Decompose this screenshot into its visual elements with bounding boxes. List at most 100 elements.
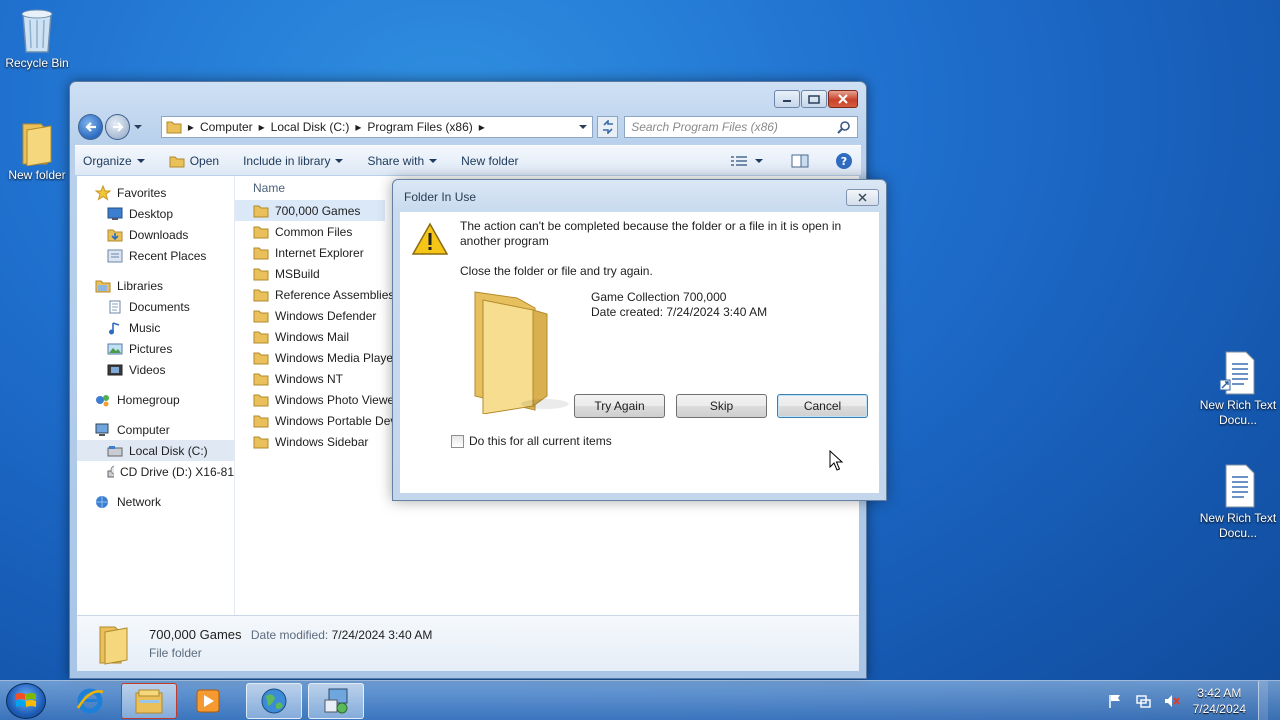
nav-label: Music <box>129 320 161 335</box>
open-folder-icon <box>169 156 185 167</box>
desktop-icon-recycle-bin[interactable]: Recycle Bin <box>0 6 77 71</box>
details-modified-value: 7/24/2024 3:40 AM <box>331 628 433 642</box>
share-with-button[interactable]: Share with <box>367 153 438 168</box>
apply-to-all-checkbox-row[interactable]: Do this for all current items <box>451 434 612 448</box>
taskbar-globe-app[interactable] <box>246 683 302 719</box>
nav-item-libraries[interactable]: Libraries <box>77 275 234 296</box>
desktop-icon-new-folder[interactable]: New folder <box>0 120 77 183</box>
recent-places-icon <box>107 249 123 262</box>
chevron-down-icon <box>755 158 763 163</box>
taskbar-windows-explorer[interactable] <box>121 683 177 719</box>
action-center-flag-icon[interactable] <box>1107 693 1123 709</box>
nav-item-homegroup[interactable]: Homegroup <box>77 389 234 410</box>
file-name: Internet Explorer <box>275 245 364 260</box>
apply-to-all-checkbox[interactable] <box>451 434 464 448</box>
refresh-button[interactable] <box>596 116 619 138</box>
skip-button[interactable]: Skip <box>676 394 767 418</box>
close-button[interactable] <box>828 90 858 108</box>
change-view-button[interactable] <box>731 155 763 167</box>
new-folder-button[interactable]: New folder <box>461 154 518 168</box>
window-controls <box>774 90 858 108</box>
preview-pane-icon[interactable] <box>791 154 809 168</box>
share-label: Share with <box>367 153 425 168</box>
close-icon <box>858 193 867 202</box>
desktop-icon-rtf-2[interactable]: New Rich Text Docu... <box>1198 463 1278 541</box>
breadcrumb-program-files[interactable]: Program Files (x86) <box>367 120 472 134</box>
try-again-button[interactable]: Try Again <box>574 394 665 418</box>
homegroup-icon <box>96 394 109 406</box>
forward-button[interactable] <box>105 114 131 140</box>
organize-button[interactable]: Organize <box>83 154 145 168</box>
breadcrumb-local-disk[interactable]: Local Disk (C:) <box>271 120 350 134</box>
file-name: Windows Mail <box>275 329 350 344</box>
nav-item-favorites[interactable]: Favorites <box>77 182 234 203</box>
breadcrumb-separator-icon[interactable]: ▸ <box>355 120 361 134</box>
breadcrumb-separator-icon[interactable]: ▸ <box>479 120 485 134</box>
file-name: 700,000 Games <box>275 203 361 218</box>
taskbar-media-player[interactable] <box>180 683 236 719</box>
nav-label: Network <box>117 494 162 509</box>
rtf-document-icon <box>1225 464 1255 508</box>
nav-item-videos[interactable]: Videos <box>77 359 234 380</box>
clock[interactable]: 3:42 AM 7/24/2024 <box>1193 685 1246 717</box>
search-placeholder: Search Program Files (x86) <box>631 120 778 134</box>
show-desktop-button[interactable] <box>1258 681 1268 720</box>
setup-computer-icon <box>324 688 348 714</box>
help-icon[interactable]: ? <box>835 152 853 170</box>
nav-item-cd-drive[interactable]: CD Drive (D:) X16-81 <box>77 461 234 482</box>
nav-item-recent-places[interactable]: Recent Places <box>77 245 234 266</box>
desktop-icon-label: New Rich Text Docu... <box>1199 398 1277 427</box>
maximize-button[interactable] <box>801 90 827 108</box>
folder-icon <box>253 352 269 364</box>
include-label: Include in library <box>243 153 331 168</box>
minimize-button[interactable] <box>774 90 800 108</box>
nav-item-music[interactable]: Music <box>77 317 234 338</box>
nav-item-documents[interactable]: Documents <box>77 296 234 317</box>
navigation-pane: Favorites Desktop Downloads Recent Place… <box>77 176 235 619</box>
address-bar[interactable]: ▸ Computer ▸ Local Disk (C:) ▸ Program F… <box>160 116 593 138</box>
start-button[interactable] <box>6 683 46 719</box>
nav-label: CD Drive (D:) X16-81 <box>119 464 234 479</box>
taskbar-setup-app[interactable] <box>308 683 364 719</box>
nav-item-local-disk[interactable]: Local Disk (C:) <box>77 440 234 461</box>
breadcrumb-computer[interactable]: Computer <box>200 120 253 134</box>
breadcrumb-separator-icon[interactable]: ▸ <box>259 120 265 134</box>
back-button[interactable] <box>78 114 104 140</box>
include-in-library-button[interactable]: Include in library <box>243 153 344 168</box>
volume-muted-icon[interactable] <box>1163 693 1181 709</box>
folder-icon <box>253 310 269 322</box>
nav-label: Pictures <box>129 341 173 356</box>
apply-to-all-label: Do this for all current items <box>469 434 612 448</box>
nav-item-computer[interactable]: Computer <box>77 419 234 440</box>
nav-item-pictures[interactable]: Pictures <box>77 338 234 359</box>
folder-icon <box>22 123 52 166</box>
search-input[interactable]: Search Program Files (x86) <box>624 116 858 138</box>
cancel-button[interactable]: Cancel <box>777 394 868 418</box>
recent-pages-dropdown-icon[interactable] <box>133 123 143 131</box>
nav-item-network[interactable]: Network <box>77 491 234 512</box>
dialog-close-button[interactable] <box>846 189 879 206</box>
chevron-down-icon[interactable] <box>578 123 588 131</box>
network-icon <box>96 495 108 508</box>
nav-item-downloads[interactable]: Downloads <box>77 224 234 245</box>
details-name: 700,000 Games <box>149 627 242 642</box>
arrow-left-icon <box>85 122 96 132</box>
desktop-icon-rtf-1[interactable]: New Rich Text Docu... <box>1198 350 1278 428</box>
network-tray-icon[interactable] <box>1135 693 1151 709</box>
libraries-icon <box>95 280 111 292</box>
taskbar-internet-explorer[interactable] <box>62 683 118 719</box>
music-icon <box>109 321 120 334</box>
open-button[interactable]: Open <box>169 154 219 168</box>
nav-label: Desktop <box>129 206 174 221</box>
nav-item-desktop[interactable]: Desktop <box>77 203 234 224</box>
internet-explorer-icon <box>76 688 104 714</box>
file-row[interactable]: 700,000 Games <box>235 200 385 221</box>
desktop-icon-label: New folder <box>8 168 66 182</box>
pictures-icon <box>107 343 123 354</box>
folder-icon <box>253 415 269 427</box>
file-name: Windows Sidebar <box>275 434 369 449</box>
details-view-icon <box>731 155 747 166</box>
dialog-title: Folder In Use <box>404 190 477 204</box>
restore-icon <box>808 95 820 104</box>
